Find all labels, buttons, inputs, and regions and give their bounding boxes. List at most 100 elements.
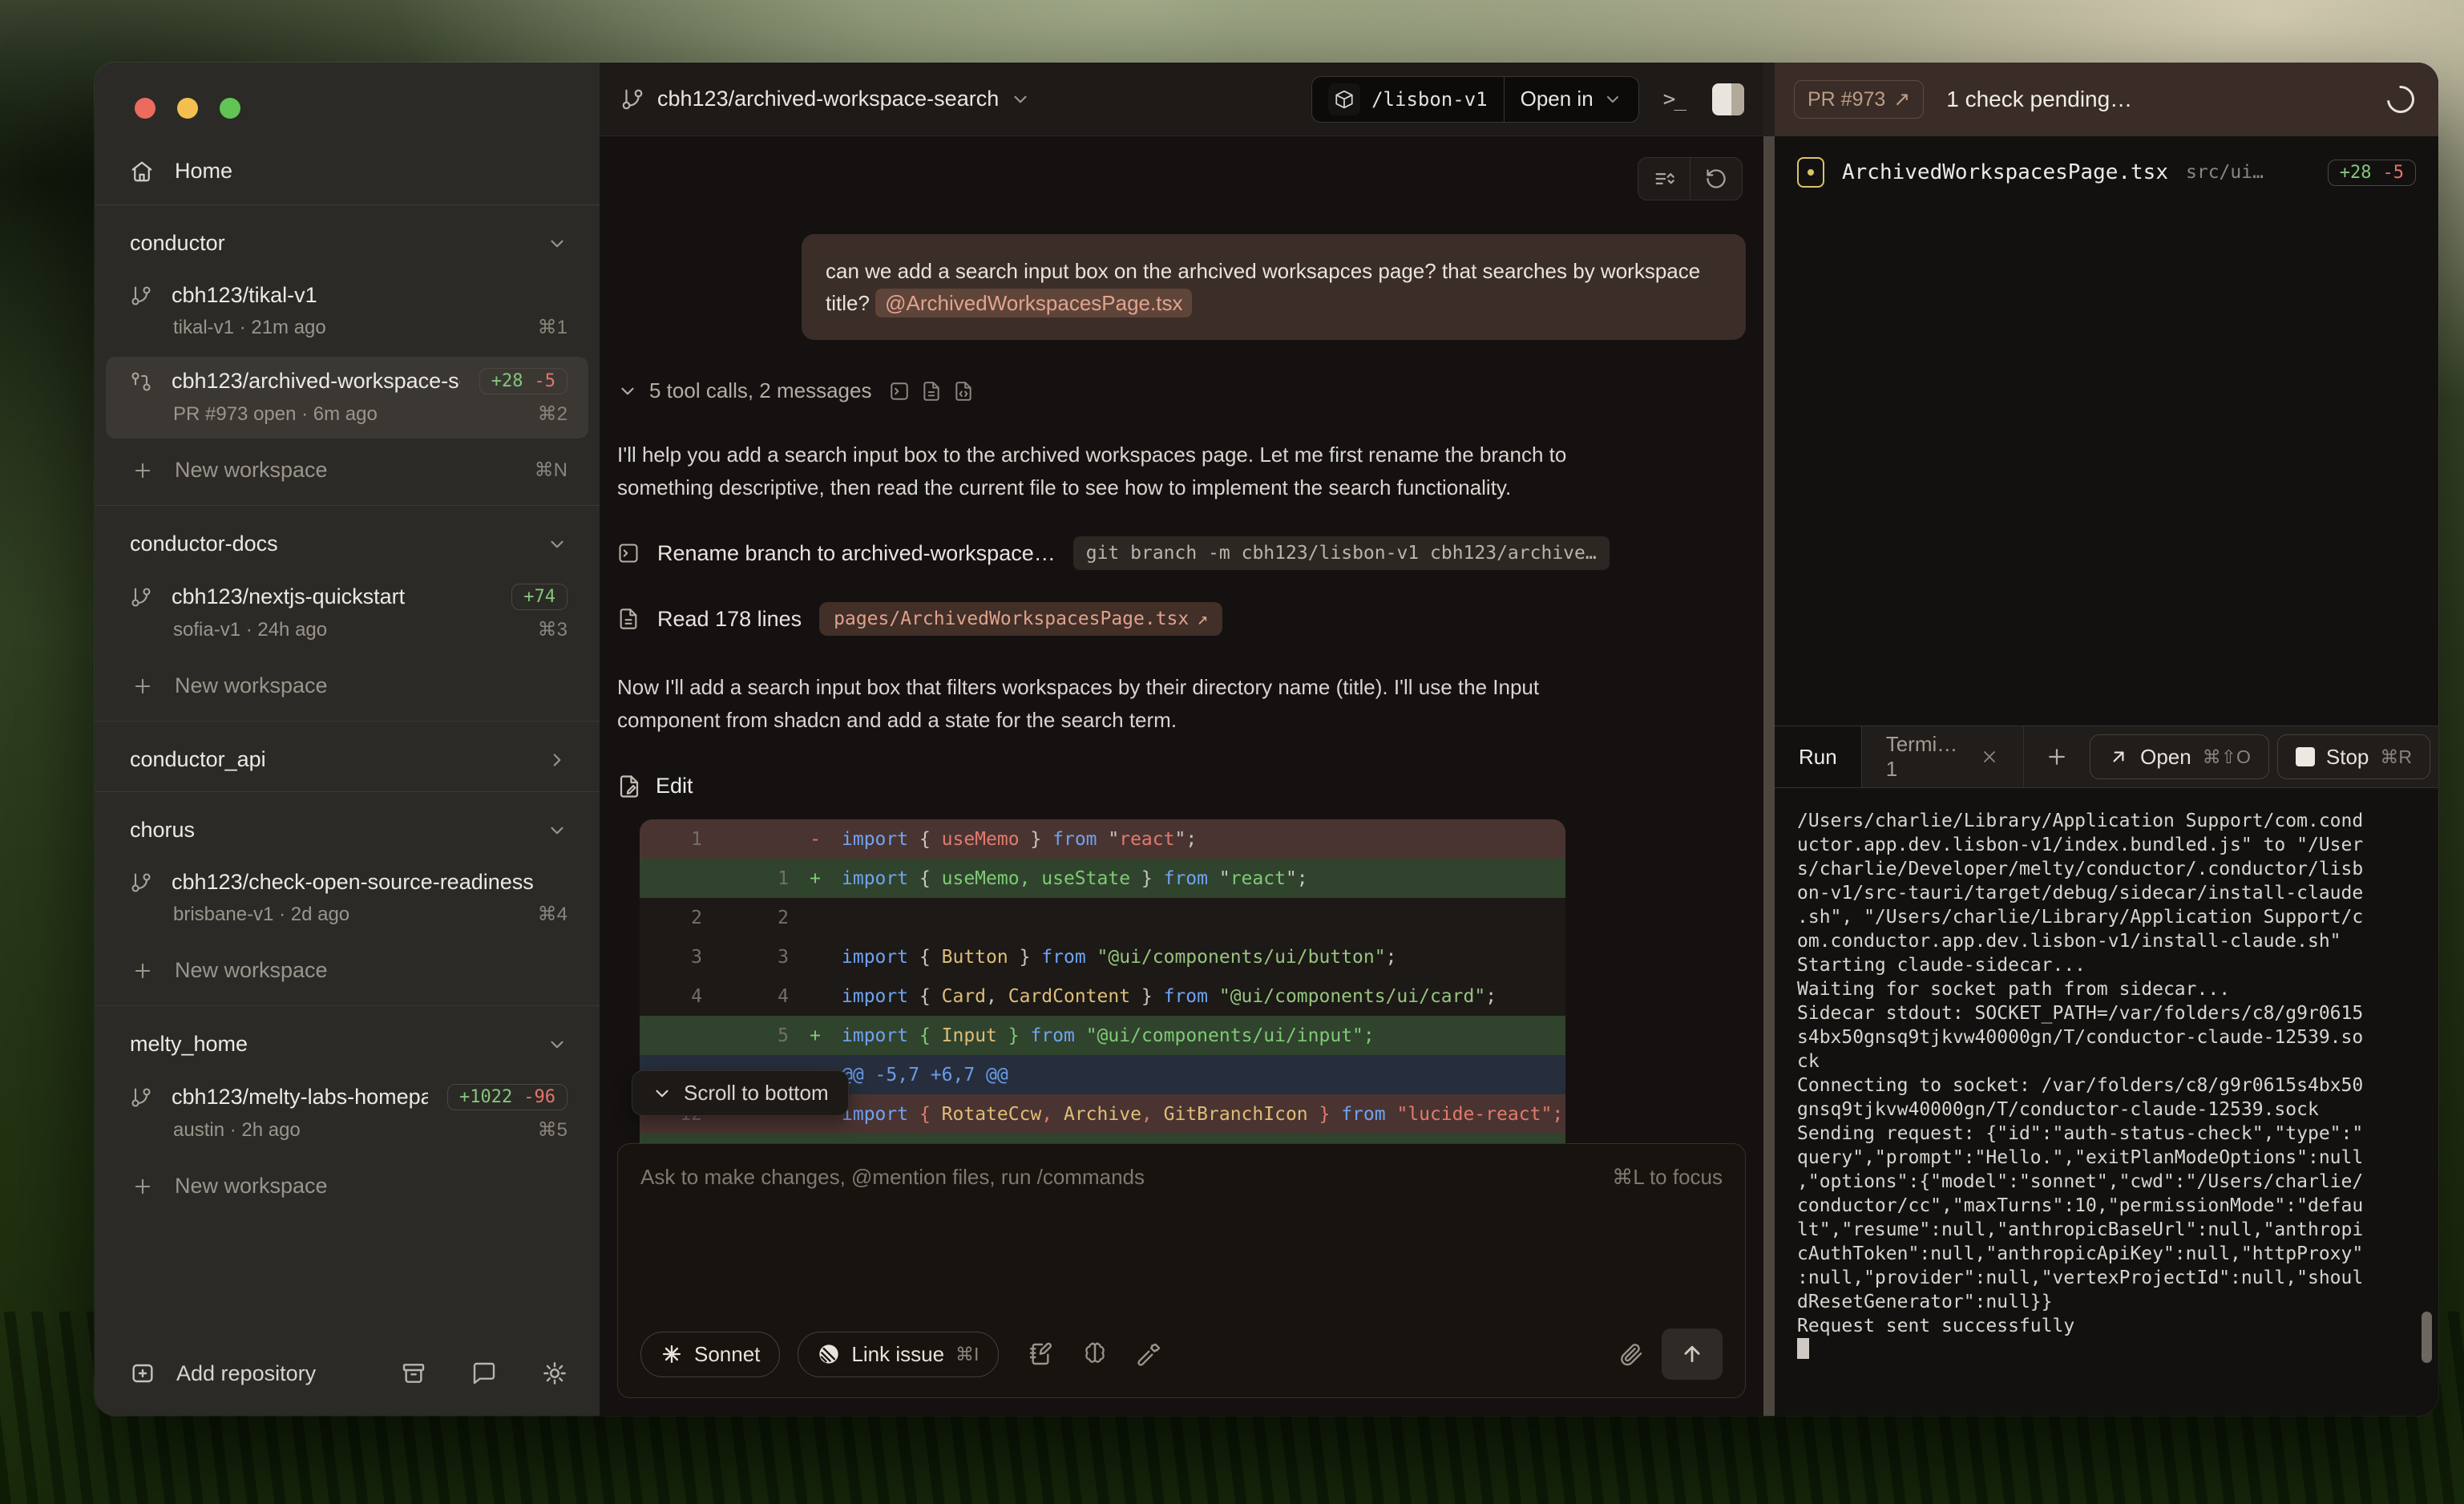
- terminal-scrollbar-thumb[interactable]: [2422, 1312, 2432, 1363]
- diff-sign: +: [789, 1025, 842, 1046]
- new-workspace-button[interactable]: New workspace: [95, 1159, 600, 1213]
- new-workspace-button[interactable]: New workspace: [95, 944, 600, 997]
- arrow-up-right-icon: [2108, 746, 2129, 767]
- send-button[interactable]: [1662, 1328, 1723, 1380]
- model-selector-button[interactable]: Sonnet: [640, 1332, 780, 1377]
- close-window-button[interactable]: [135, 98, 156, 119]
- chevron-down-icon[interactable]: [547, 1034, 568, 1055]
- diff-row-ctx: 33import { Button } from "@ui/components…: [640, 937, 1565, 976]
- chevron-right-icon[interactable]: [547, 750, 568, 770]
- chat-scroll-area[interactable]: can we add a search input box on the arh…: [600, 136, 1763, 1416]
- changed-file-row[interactable]: ArchivedWorkspacesPage.tsx src/ui… +28-5: [1797, 157, 2416, 188]
- diff-stat-badge: +1022-96: [447, 1084, 568, 1110]
- sidebar-section-header-chorus[interactable]: chorus: [95, 807, 600, 854]
- diff-code: import { useMemo, useState } from "react…: [842, 868, 1565, 889]
- plus-icon: [131, 1175, 154, 1198]
- git-branch-icon: [130, 871, 152, 894]
- diff-row-add: 5+import { Input } from "@ui/components/…: [640, 1016, 1565, 1055]
- paperclip-icon[interactable]: [1618, 1341, 1644, 1367]
- code-diff-block[interactable]: 1-import { useMemo } from "react";1+impo…: [640, 819, 1565, 1173]
- pr-badge[interactable]: PR #973↗: [1794, 80, 1924, 119]
- brain-icon[interactable]: [1082, 1341, 1108, 1367]
- user-message-bubble: can we add a search input box on the arh…: [802, 234, 1746, 340]
- new-workspace-label: New workspace: [175, 1174, 328, 1199]
- link-issue-button[interactable]: Link issue ⌘I: [798, 1332, 999, 1377]
- chat-input-panel[interactable]: Ask to make changes, @mention files, run…: [617, 1143, 1746, 1398]
- stop-button[interactable]: Stop ⌘R: [2277, 734, 2430, 779]
- new-workspace-button[interactable]: New workspace: [95, 659, 600, 713]
- workspace-item[interactable]: cbh123/melty-labs-homepage+1022-96austin…: [106, 1073, 588, 1154]
- message-toolbar: [1638, 157, 1743, 200]
- minimize-window-button[interactable]: [177, 98, 198, 119]
- read-file-chip[interactable]: pages/ArchivedWorkspacesPage.tsx↗: [819, 602, 1222, 636]
- section-name: conductor-docs: [130, 532, 278, 556]
- tab-run[interactable]: Run: [1775, 726, 1862, 787]
- new-terminal-tab-button[interactable]: [2024, 726, 2090, 787]
- shortcut-hint: ⌘1: [538, 316, 568, 339]
- sidebar: Home conductor cbh123/tikal-v1tikal-v1 · …: [95, 63, 600, 1416]
- zoom-window-button[interactable]: [220, 98, 240, 119]
- hammer-icon[interactable]: [1137, 1341, 1162, 1367]
- git-branch-icon: [130, 586, 152, 608]
- focus-hint: ⌘L to focus: [1612, 1165, 1723, 1190]
- terminal-icon[interactable]: >_: [1663, 87, 1685, 111]
- external-link-arrow: ↗: [1197, 608, 1208, 629]
- panel-resize-handle[interactable]: [1763, 63, 1775, 1416]
- tool-call-read-file[interactable]: Read 178 lines pages/ArchivedWorkspacesP…: [617, 602, 1746, 636]
- sidebar-item-home[interactable]: Home: [95, 151, 600, 204]
- notebook-pen-icon[interactable]: [1028, 1341, 1053, 1367]
- new-workspace-button[interactable]: New workspace⌘N: [95, 443, 600, 497]
- workspace-item[interactable]: cbh123/nextjs-quickstart +74 sofia-v1 · 24…: [106, 572, 588, 654]
- sidebar-section-header-conductor[interactable]: conductor: [95, 220, 600, 267]
- stat-add: +1022: [459, 1087, 512, 1107]
- stat-add: +74: [523, 587, 555, 607]
- workspace-title[interactable]: cbh123/archived-workspace-search: [657, 87, 999, 111]
- old-line-number: 3: [640, 947, 702, 968]
- git-branch-icon: [620, 87, 644, 111]
- open-in-button[interactable]: Open in: [1505, 77, 1638, 122]
- branch-chip[interactable]: /lisbon-v1: [1312, 77, 1504, 122]
- meta-text: sofia-v1 · 24h ago: [173, 619, 327, 641]
- toggle-right-panel-icon[interactable]: [1712, 83, 1744, 115]
- edit-label: Edit: [656, 774, 693, 798]
- workspace-item[interactable]: cbh123/tikal-v1tikal-v1 · 21m ago⌘1: [106, 272, 588, 352]
- chevron-down-icon[interactable]: [547, 534, 568, 555]
- shortcut-hint: ⌘5: [538, 1118, 568, 1142]
- feedback-icon[interactable]: [471, 1360, 497, 1386]
- tool-calls-collapse-row[interactable]: 5 tool calls, 2 messages: [617, 378, 1746, 403]
- chevron-down-icon[interactable]: [547, 233, 568, 254]
- close-tab-icon[interactable]: [1980, 747, 1999, 766]
- window-controls: [95, 63, 600, 151]
- restart-icon[interactable]: [1690, 158, 1742, 200]
- add-repository-label[interactable]: Add repository: [176, 1361, 316, 1386]
- tool-calls-summary: 5 tool calls, 2 messages: [649, 378, 871, 403]
- sidebar-section-header-conductor-docs[interactable]: conductor-docs: [95, 520, 600, 568]
- workspace-item[interactable]: cbh123/check-open-source-readinessbrisba…: [106, 859, 588, 939]
- chevron-down-icon[interactable]: [1010, 89, 1031, 110]
- check-status-text: 1 check pending…: [1946, 87, 2365, 112]
- shortcut-hint: ⌘2: [538, 402, 568, 426]
- collapse-all-icon[interactable]: [1638, 158, 1690, 200]
- chat-header: cbh123/archived-workspace-search /lisbon…: [600, 63, 1763, 136]
- settings-gear-icon[interactable]: [542, 1360, 568, 1386]
- tool-call-rename-branch[interactable]: Rename branch to archived-workspace… git…: [617, 536, 1746, 570]
- scroll-to-bottom-button[interactable]: Scroll to bottom: [632, 1070, 849, 1116]
- archive-icon[interactable]: [401, 1360, 426, 1386]
- open-terminal-button[interactable]: Open ⌘⇧O: [2090, 734, 2269, 779]
- diff-code: import { Button } from "@ui/components/u…: [842, 947, 1565, 968]
- old-line-number: 1: [640, 829, 702, 850]
- file-mention-chip[interactable]: @ArchivedWorkspacesPage.tsx: [875, 289, 1192, 317]
- tab-terminal-1[interactable]: Termi… 1: [1862, 726, 2024, 787]
- claude-asterisk-icon: [660, 1343, 683, 1365]
- chevron-down-icon[interactable]: [547, 820, 568, 841]
- chat-input-placeholder[interactable]: Ask to make changes, @mention files, run…: [640, 1165, 1145, 1190]
- workspace-title: cbh123/nextjs-quickstart: [172, 584, 492, 609]
- workspace-item[interactable]: cbh123/archived-workspace-se…+28-5PR #97…: [106, 357, 588, 439]
- diff-code: import { Input } from "@ui/components/ui…: [842, 1025, 1565, 1046]
- branch-open-in-group: /lisbon-v1 Open in: [1311, 76, 1639, 123]
- arrow-up-icon: [1680, 1342, 1704, 1366]
- workspace-title: cbh123/tikal-v1: [172, 283, 568, 308]
- terminal-output[interactable]: /Users/charlie/Library/Application Suppo…: [1775, 788, 2438, 1416]
- sidebar-section-header-conductor_api[interactable]: conductor_api: [95, 736, 600, 783]
- sidebar-section-header-melty_home[interactable]: melty_home: [95, 1021, 600, 1068]
